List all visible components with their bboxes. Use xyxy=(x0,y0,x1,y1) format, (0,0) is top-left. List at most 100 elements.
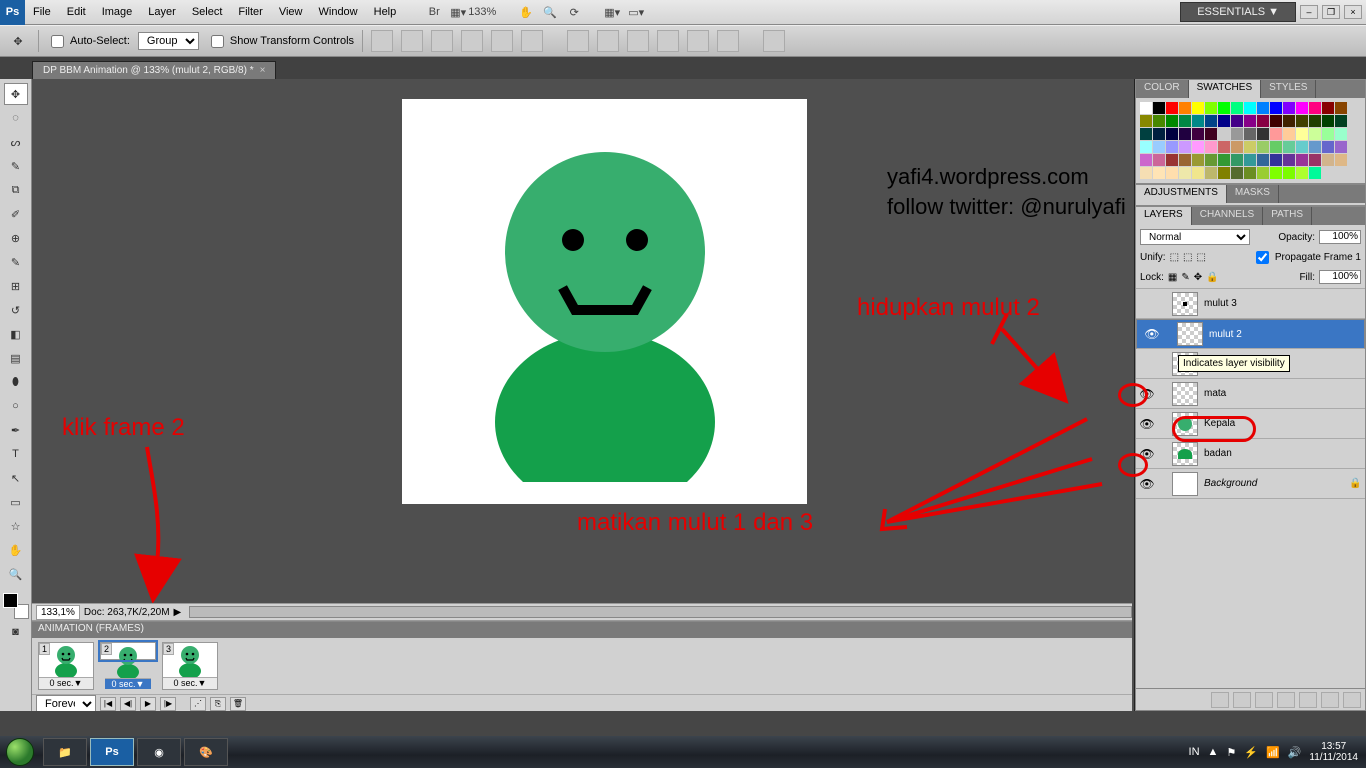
swatch[interactable] xyxy=(1283,167,1295,179)
lasso-tool[interactable]: ᔕ xyxy=(4,131,28,153)
zoom-field[interactable]: 133,1% xyxy=(36,605,80,620)
menu-select[interactable]: Select xyxy=(184,0,231,25)
type-tool[interactable]: T xyxy=(4,443,28,465)
window-restore-small[interactable]: ❐ xyxy=(1322,5,1340,19)
swatch[interactable] xyxy=(1205,115,1217,127)
swatch[interactable] xyxy=(1179,115,1191,127)
swatch[interactable] xyxy=(1257,154,1269,166)
swatch[interactable] xyxy=(1283,128,1295,140)
swatch[interactable] xyxy=(1309,115,1321,127)
history-brush-tool[interactable]: ↺ xyxy=(4,299,28,321)
align-left-icon[interactable] xyxy=(461,30,483,52)
layer-visibility-icon[interactable]: 👁 xyxy=(1136,447,1158,461)
swatch[interactable] xyxy=(1270,141,1282,153)
unify-position-icon[interactable]: ⬚ xyxy=(1170,252,1179,263)
masks-tab[interactable]: MASKS xyxy=(1227,185,1279,203)
swatch[interactable] xyxy=(1335,154,1347,166)
swatch[interactable] xyxy=(1179,102,1191,114)
swatch[interactable] xyxy=(1192,167,1204,179)
swatch[interactable] xyxy=(1166,154,1178,166)
path-select-tool[interactable]: ↖ xyxy=(4,467,28,489)
swatch[interactable] xyxy=(1296,141,1308,153)
swatch[interactable] xyxy=(1283,141,1295,153)
swatch[interactable] xyxy=(1309,102,1321,114)
swatch[interactable] xyxy=(1257,141,1269,153)
swatch[interactable] xyxy=(1192,128,1204,140)
layer-name[interactable]: mata xyxy=(1202,388,1349,399)
swatch[interactable] xyxy=(1257,102,1269,114)
swatch[interactable] xyxy=(1218,102,1230,114)
layer-thumbnail[interactable] xyxy=(1172,442,1198,466)
zoom-tool[interactable]: 🔍 xyxy=(4,563,28,585)
swatch[interactable] xyxy=(1153,154,1165,166)
layer-thumbnail[interactable] xyxy=(1172,412,1198,436)
lock-pixels-icon[interactable]: ✎ xyxy=(1181,272,1189,283)
auto-align-icon[interactable] xyxy=(763,30,785,52)
swatch[interactable] xyxy=(1257,128,1269,140)
next-frame-button[interactable]: |▶ xyxy=(160,697,176,711)
swatch[interactable] xyxy=(1335,141,1347,153)
swatch[interactable] xyxy=(1296,154,1308,166)
align-top-icon[interactable] xyxy=(371,30,393,52)
swatch[interactable] xyxy=(1166,141,1178,153)
tray-volume-icon[interactable]: 🔊 xyxy=(1288,746,1302,759)
swatch[interactable] xyxy=(1309,167,1321,179)
swatch[interactable] xyxy=(1309,141,1321,153)
layer-name[interactable]: Background xyxy=(1202,478,1349,489)
swatch[interactable] xyxy=(1179,141,1191,153)
swatch[interactable] xyxy=(1244,154,1256,166)
distribute-hcenter-icon[interactable] xyxy=(687,30,709,52)
distribute-vcenter-icon[interactable] xyxy=(597,30,619,52)
first-frame-button[interactable]: |◀ xyxy=(100,697,116,711)
swatch[interactable] xyxy=(1244,141,1256,153)
swatch[interactable] xyxy=(1205,128,1217,140)
swatch[interactable] xyxy=(1140,141,1152,153)
task-paint[interactable]: 🎨 xyxy=(184,738,228,766)
swatch[interactable] xyxy=(1166,115,1178,127)
swatch[interactable] xyxy=(1283,115,1295,127)
lock-position-icon[interactable]: ✥ xyxy=(1194,272,1202,283)
tray-flag-icon[interactable]: ⚑ xyxy=(1226,746,1236,759)
menu-view[interactable]: View xyxy=(271,0,311,25)
animation-frame[interactable]: 20 sec.▼ xyxy=(100,642,156,660)
swatch[interactable] xyxy=(1283,154,1295,166)
swatch[interactable] xyxy=(1153,128,1165,140)
swatch[interactable] xyxy=(1192,154,1204,166)
hand-tool[interactable]: ✋ xyxy=(4,539,28,561)
swatch[interactable] xyxy=(1179,154,1191,166)
zoom-tool-icon[interactable]: 🔍 xyxy=(538,1,562,23)
swatch[interactable] xyxy=(1140,154,1152,166)
play-button[interactable]: ▶ xyxy=(140,697,156,711)
color-swatches[interactable] xyxy=(3,593,29,619)
swatch[interactable] xyxy=(1244,128,1256,140)
brush-tool[interactable]: ✎ xyxy=(4,251,28,273)
swatch[interactable] xyxy=(1166,128,1178,140)
window-minimize-small[interactable]: – xyxy=(1300,5,1318,19)
fill-field[interactable]: 100% xyxy=(1319,270,1361,284)
layer-name[interactable]: badan xyxy=(1202,448,1349,459)
swatch[interactable] xyxy=(1205,102,1217,114)
swatch[interactable] xyxy=(1231,128,1243,140)
swatch[interactable] xyxy=(1322,128,1334,140)
hand-tool-icon[interactable]: ✋ xyxy=(514,1,538,23)
swatch[interactable] xyxy=(1244,115,1256,127)
layer-visibility-icon[interactable]: 👁 xyxy=(1136,417,1158,431)
menu-edit[interactable]: Edit xyxy=(59,0,94,25)
swatch[interactable] xyxy=(1153,115,1165,127)
align-right-icon[interactable] xyxy=(521,30,543,52)
eraser-tool[interactable]: ◧ xyxy=(4,323,28,345)
layers-tab[interactable]: LAYERS xyxy=(1136,207,1192,225)
layer-row[interactable]: 👁 badan xyxy=(1136,439,1365,469)
bridge-icon[interactable]: Br xyxy=(422,1,446,23)
stamp-tool[interactable]: ⊞ xyxy=(4,275,28,297)
shape-tool[interactable]: ▭ xyxy=(4,491,28,513)
menu-image[interactable]: Image xyxy=(94,0,141,25)
menu-help[interactable]: Help xyxy=(366,0,405,25)
swatch[interactable] xyxy=(1231,115,1243,127)
rotate-view-icon[interactable]: ⟳ xyxy=(562,1,586,23)
layer-row[interactable]: 👁mulut 2 xyxy=(1136,319,1365,349)
tray-clock[interactable]: 13:5711/11/2014 xyxy=(1309,741,1358,763)
layer-name[interactable]: mulut 3 xyxy=(1202,298,1349,309)
layer-name[interactable]: mulut 2 xyxy=(1207,329,1344,340)
swatch[interactable] xyxy=(1231,167,1243,179)
